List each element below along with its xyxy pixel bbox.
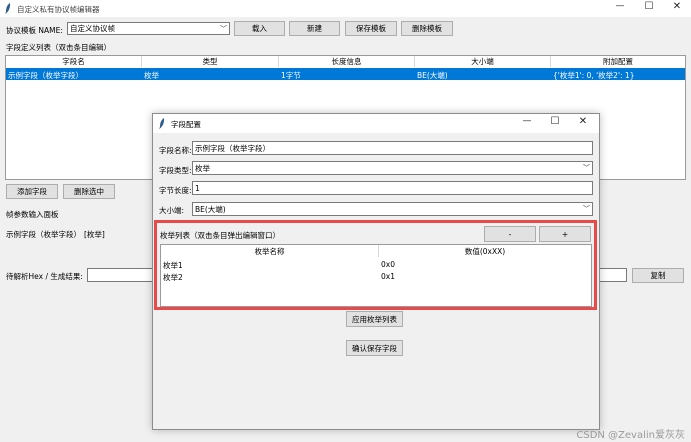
cell-enum-name: 枚举2 [163, 273, 183, 282]
cell-enum-value: 0x1 [381, 272, 395, 281]
chevron-down-icon[interactable]: ﹀ [583, 204, 590, 214]
cell-length: 1字节 [281, 71, 301, 80]
save-template-button[interactable]: 保存模板 [345, 21, 397, 36]
template-combobox-value: 自定义协议帧 [70, 24, 115, 33]
table-row[interactable]: 枚举1 0x0 [161, 259, 591, 270]
field-type-label: 字段类型: [159, 166, 192, 175]
template-combobox[interactable]: 自定义协议帧 ﹀ [67, 22, 230, 35]
field-config-dialog: 字段配置 — ☐ ✕ 字段名称: 示例字段（枚举字段） 字段类型: 枚举 ﹀ 字… [152, 113, 600, 430]
cell-field-name: 示例字段（枚举字段） [8, 71, 83, 80]
confirm-save-field-button[interactable]: 确认保存字段 [346, 340, 403, 356]
enum-remove-button[interactable]: - [484, 226, 536, 242]
endian-value: BE(大端) [195, 204, 226, 214]
minimize-icon[interactable]: — [612, 1, 628, 11]
close-icon[interactable]: ✕ [575, 116, 591, 127]
field-name-input[interactable]: 示例字段（枚举字段） [192, 141, 593, 155]
table-row[interactable]: 示例字段（枚举字段） 枚举 1字节 BE(大端) {'枚举1': 0, '枚举2… [6, 68, 685, 80]
template-label: 协议模板 NAME: [6, 26, 63, 35]
param-field-label: 示例字段（枚举字段） [6, 230, 81, 239]
hex-area-label: 待解析Hex / 生成结果: [6, 272, 83, 281]
cell-type: 枚举 [144, 71, 159, 80]
minimize-icon[interactable]: — [519, 116, 535, 126]
column-header-field-name[interactable]: 字段名 [6, 56, 142, 67]
watermark: CSDN @Zevalin爱灰灰 [576, 430, 685, 441]
copy-button[interactable]: 复制 [632, 268, 684, 283]
delete-template-button[interactable]: 删除模板 [401, 21, 453, 36]
close-icon[interactable]: ✕ [669, 1, 685, 12]
enum-add-button[interactable]: + [539, 226, 591, 242]
feather-icon [159, 118, 165, 129]
cell-enum-name: 枚举1 [163, 261, 183, 270]
main-titlebar: 自定义私有协议帧编辑器 — ☐ ✕ [0, 0, 691, 17]
maximize-icon[interactable]: ☐ [547, 116, 563, 127]
enum-table[interactable]: 枚举名称 数值(0xXX) 枚举1 0x0 枚举2 0x1 [160, 244, 592, 307]
endian-label: 大小端: [159, 206, 185, 215]
column-header-enum-value[interactable]: 数值(0xXX) [379, 245, 591, 257]
cell-extra: {'枚举1': 0, '枚举2': 1} [553, 71, 635, 80]
param-panel-label: 帧参数输入面板 [6, 210, 59, 219]
field-type-value: 枚举 [195, 163, 210, 173]
main-window-title: 自定义私有协议帧编辑器 [17, 5, 100, 14]
new-button[interactable]: 新建 [289, 21, 340, 36]
chevron-down-icon[interactable]: ﹀ [583, 163, 590, 173]
field-name-label: 字段名称: [159, 146, 192, 155]
byte-length-input[interactable]: 1 [192, 181, 593, 195]
cell-endian: BE(大端) [417, 71, 448, 80]
chevron-down-icon[interactable]: ﹀ [220, 24, 227, 34]
maximize-icon[interactable]: ☐ [641, 1, 657, 12]
column-header-enum-name[interactable]: 枚举名称 [161, 245, 379, 257]
cell-enum-value: 0x0 [381, 260, 395, 269]
dialog-title: 字段配置 [171, 120, 201, 129]
feather-icon [5, 3, 11, 14]
delete-selected-button[interactable]: 删除选中 [63, 184, 115, 199]
table-row[interactable]: 枚举2 0x1 [161, 271, 591, 282]
apply-enum-list-button[interactable]: 应用枚举列表 [346, 311, 403, 327]
column-header-type[interactable]: 类型 [142, 56, 279, 67]
load-button[interactable]: 载入 [234, 21, 285, 36]
param-field-type: [枚举] [84, 230, 105, 239]
endian-combobox[interactable]: BE(大端) ﹀ [192, 202, 593, 216]
column-header-length[interactable]: 长度信息 [279, 56, 415, 67]
dialog-titlebar: 字段配置 — ☐ ✕ [153, 114, 599, 133]
column-header-endian[interactable]: 大小端 [415, 56, 551, 67]
byte-length-label: 字节长度: [159, 186, 192, 195]
column-header-extra[interactable]: 附加配置 [551, 56, 685, 67]
field-type-combobox[interactable]: 枚举 ﹀ [192, 161, 593, 175]
field-list-label: 字段定义列表（双击条目编辑） [6, 43, 111, 52]
enum-list-label: 枚举列表（双击条目弹出编辑窗口） [160, 231, 280, 240]
add-field-button[interactable]: 添加字段 [6, 184, 58, 199]
enum-list-frame: 枚举列表（双击条目弹出编辑窗口） - + 枚举名称 数值(0xXX) 枚举1 0… [154, 220, 597, 310]
